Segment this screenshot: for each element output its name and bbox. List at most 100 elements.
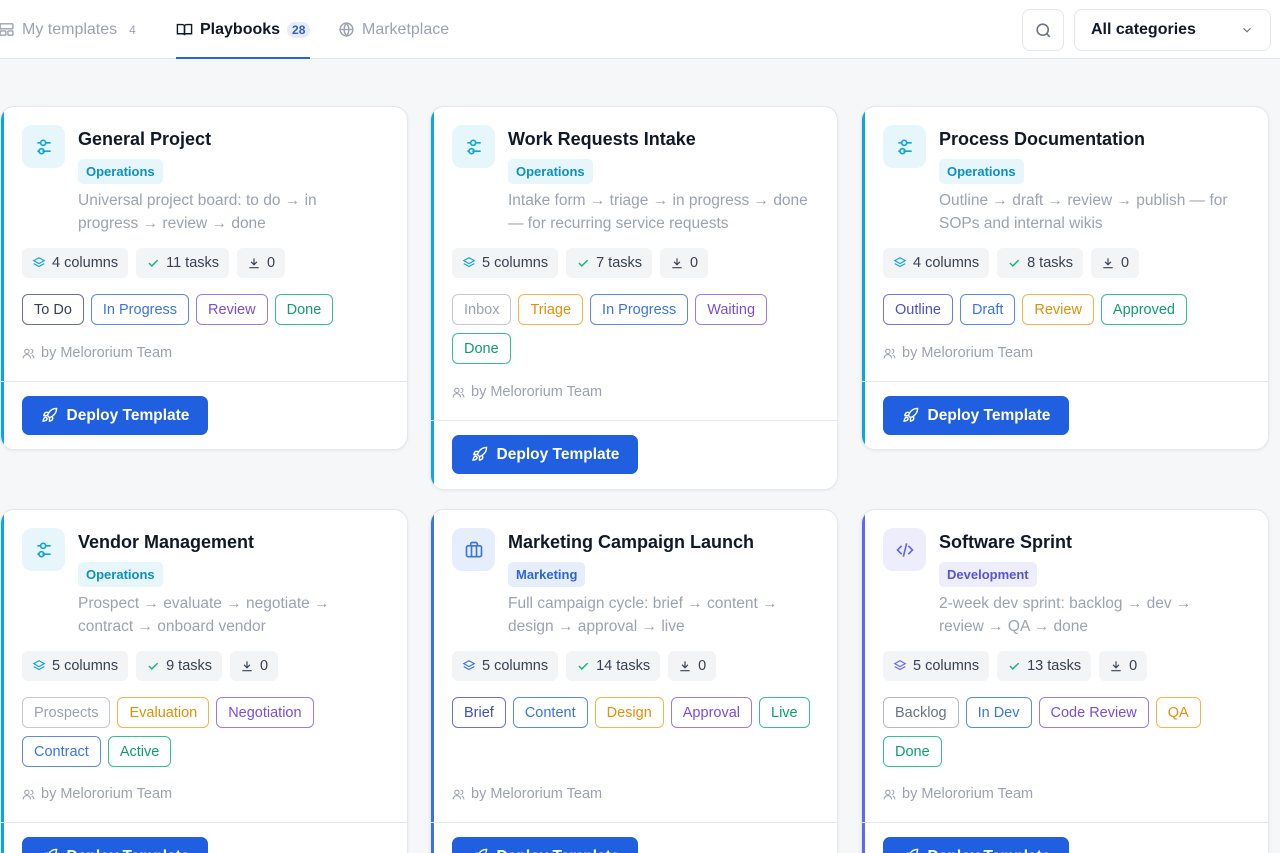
layers-icon: [893, 257, 907, 268]
card-icon-box: [883, 528, 926, 571]
top-bar: My templates 4 Playbooks 28 Marketplace …: [0, 0, 1280, 59]
deploy-template-button[interactable]: Deploy Template: [22, 396, 208, 435]
stat-label: 5 columns: [52, 658, 119, 674]
card-title: Vendor Management: [78, 532, 255, 552]
stat-label: 0: [1129, 658, 1138, 674]
category-badge: Marketing: [508, 562, 586, 587]
check-icon: [148, 259, 159, 267]
stage-chip: Approved: [1100, 294, 1187, 325]
card-author: by Melororium Team: [452, 384, 602, 400]
deploy-template-button[interactable]: Deploy Template: [883, 837, 1069, 853]
stage-chip: Evaluation: [117, 697, 210, 728]
stage-chip: QA: [1155, 697, 1201, 728]
stage-chip: Review: [196, 294, 268, 325]
deploy-label: Deploy Template: [66, 406, 190, 424]
layers-icon: [893, 660, 907, 671]
stage-chip: Live: [759, 697, 810, 728]
deploy-label: Deploy Template: [497, 848, 620, 853]
stat-label: 13 tasks: [1027, 658, 1082, 674]
downloads-stat: 0: [668, 651, 717, 681]
stage-chip: Backlog: [883, 697, 959, 728]
stage-chip: Review: [1022, 294, 1094, 325]
stage-chip: In Progress: [90, 294, 190, 325]
deploy-template-button[interactable]: Deploy Template: [22, 837, 208, 853]
stat-label: 0: [260, 658, 269, 674]
deploy-label: Deploy Template: [928, 848, 1051, 853]
card-stats: 5 columns 13 tasks 0: [883, 651, 1148, 681]
stage-chip: Waiting: [695, 294, 768, 325]
card-accent: [862, 510, 865, 853]
stage-chip: Done: [883, 736, 942, 767]
card-divider: [862, 822, 1268, 823]
card-stats: 5 columns 14 tasks 0: [452, 651, 717, 681]
stat-label: 0: [690, 255, 699, 271]
deploy-label: Deploy Template: [496, 445, 620, 463]
check-icon: [148, 662, 159, 670]
card-accent: [431, 107, 434, 489]
card-accent: [431, 510, 434, 853]
stage-chip: Inbox: [452, 294, 512, 325]
card-accent: [1, 510, 4, 853]
template-card: General Project Operations Universal pro…: [0, 106, 408, 450]
tab-playbooks[interactable]: Playbooks 28: [176, 0, 311, 59]
search-icon: [1035, 22, 1050, 37]
stat-label: 0: [698, 658, 707, 674]
columns-stat: 4 columns: [883, 248, 990, 278]
briefcase-icon: [465, 541, 482, 557]
columns-stat: 5 columns: [452, 651, 559, 681]
layers-icon: [462, 257, 476, 268]
stage-chip: Content: [512, 697, 588, 728]
category-badge: Operations: [78, 159, 163, 184]
stage-chip: Done: [452, 333, 511, 364]
stat-label: 5 columns: [913, 658, 980, 674]
layers-icon: [32, 660, 46, 671]
stat-label: 4 columns: [913, 255, 980, 271]
deploy-template-button[interactable]: Deploy Template: [452, 837, 638, 853]
author-label: by Melororium Team: [41, 345, 173, 361]
tasks-stat: 13 tasks: [997, 651, 1092, 681]
tab-marketplace[interactable]: Marketplace: [338, 0, 449, 59]
download-icon: [1103, 258, 1113, 269]
columns-stat: 5 columns: [452, 248, 559, 278]
downloads-stat: 0: [660, 248, 709, 278]
card-stats: 4 columns 11 tasks 0: [22, 248, 286, 278]
search-button[interactable]: [1022, 9, 1064, 51]
rocket-icon: [41, 407, 57, 423]
category-badge: Operations: [939, 159, 1024, 184]
tab-label: Playbooks: [200, 20, 281, 38]
tasks-stat: 14 tasks: [566, 651, 661, 681]
author-label: by Melororium Team: [471, 384, 603, 400]
card-description: Outline → draft → review → publish — for…: [939, 192, 1228, 232]
card-description: Intake form → triage → in progress → don…: [508, 192, 808, 232]
template-card: Software Sprint Development 2-week dev s…: [861, 509, 1269, 853]
tab-count: 4: [129, 22, 136, 37]
stage-chip: Approval: [670, 697, 752, 728]
tab-count: 28: [287, 21, 311, 38]
card-icon-box: [883, 125, 926, 168]
rocket-icon: [471, 446, 487, 462]
card-divider: [431, 822, 837, 823]
category-select[interactable]: All categories: [1074, 9, 1271, 51]
check-icon: [578, 259, 589, 267]
layout-icon: [0, 23, 14, 36]
stage-chip: Prospects: [22, 697, 111, 728]
stat-label: 0: [1121, 255, 1130, 271]
deploy-template-button[interactable]: Deploy Template: [452, 435, 638, 474]
card-title: General Project: [78, 129, 212, 149]
deploy-template-button[interactable]: Deploy Template: [883, 396, 1069, 435]
deploy-label: Deploy Template: [67, 848, 190, 853]
check-icon: [578, 662, 589, 670]
tasks-stat: 9 tasks: [136, 651, 223, 681]
stage-chip: Outline: [883, 294, 953, 325]
stage-chip: Design: [594, 697, 664, 728]
category-badge: Development: [939, 562, 1037, 587]
tab-my-templates[interactable]: My templates 4: [0, 0, 141, 59]
stat-label: 8 tasks: [1027, 255, 1074, 271]
download-icon: [249, 258, 259, 269]
template-card: Process Documentation Operations Outline…: [861, 106, 1269, 450]
stage-chip: Draft: [959, 294, 1016, 325]
users-icon: [22, 348, 35, 358]
stage-chip: In Dev: [965, 697, 1032, 728]
card-stats: 5 columns 9 tasks 0: [22, 651, 279, 681]
stat-label: 11 tasks: [166, 255, 220, 271]
